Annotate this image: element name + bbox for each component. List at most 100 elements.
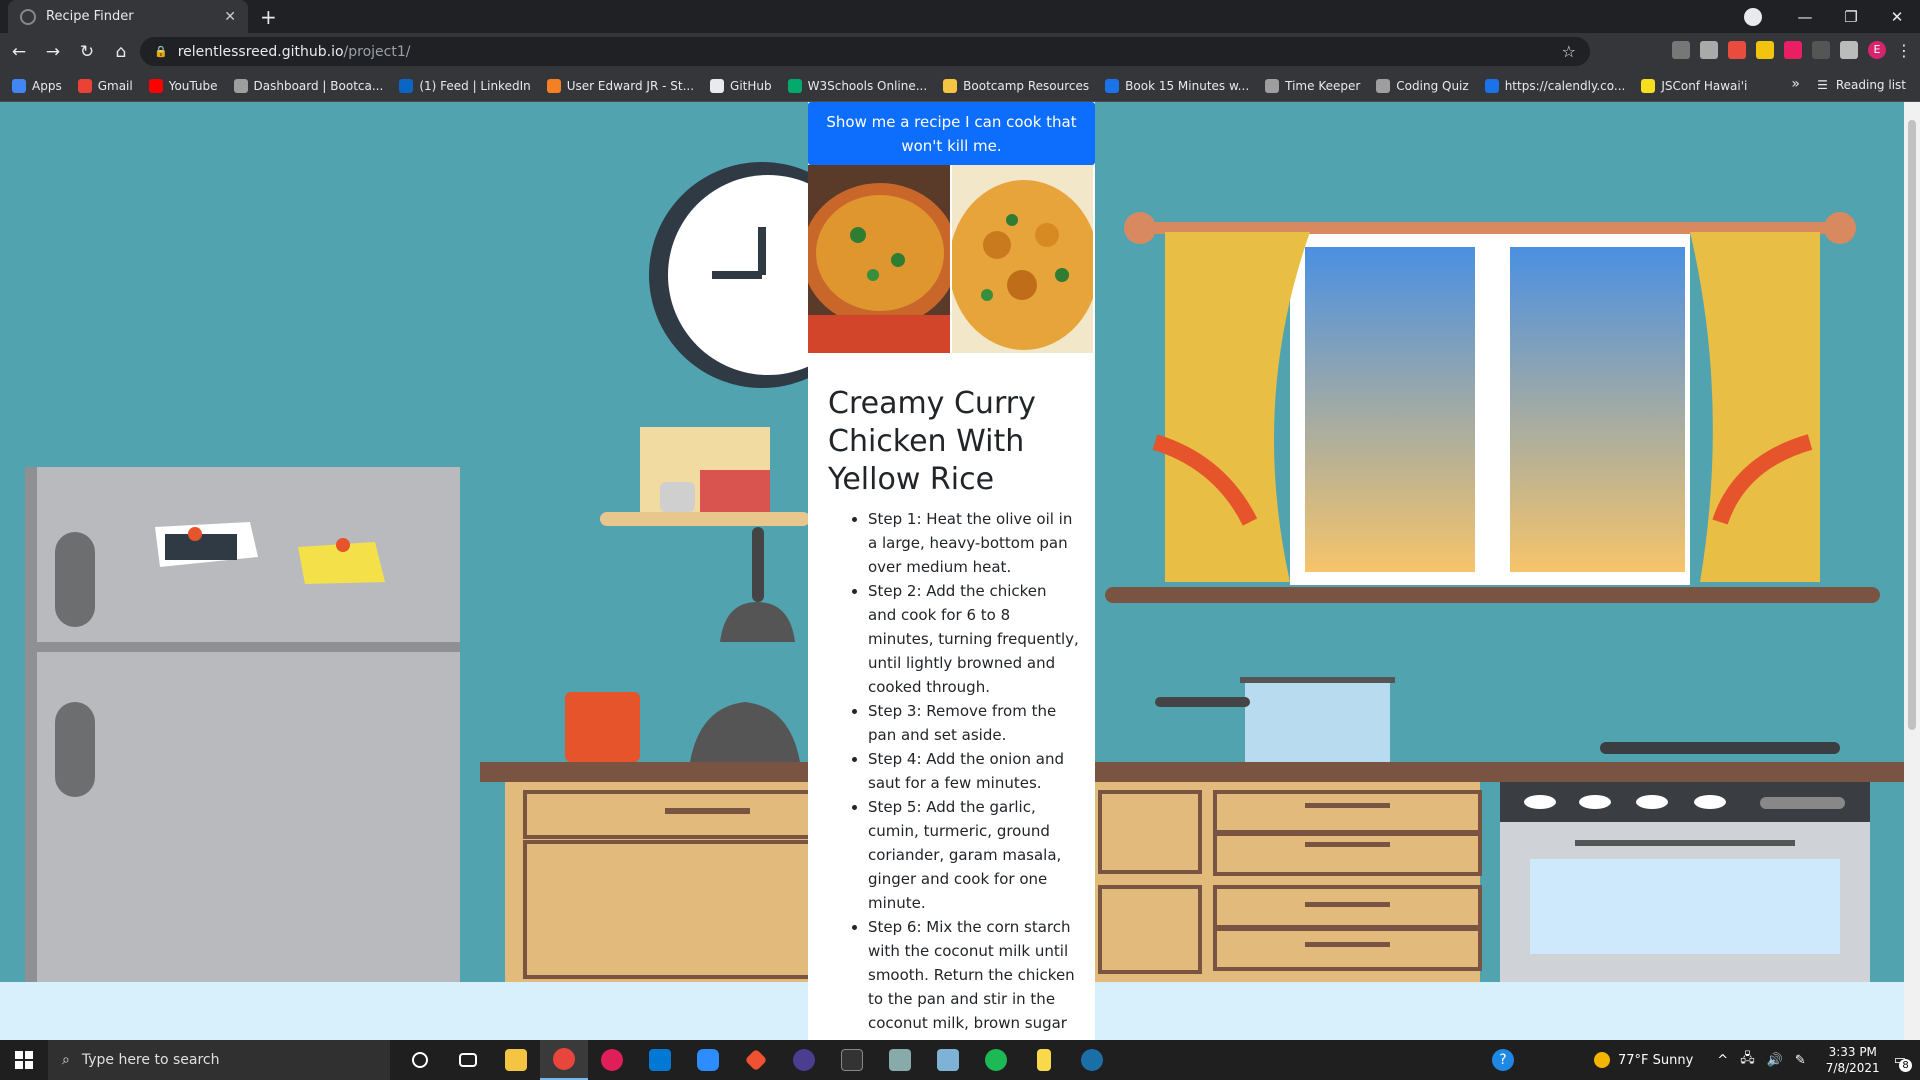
clock-time: 3:33 PM <box>1828 1045 1877 1059</box>
bookmark-star-icon[interactable]: ☆ <box>1562 42 1576 61</box>
tab-recipe-finder[interactable]: Recipe Finder ✕ <box>8 0 248 33</box>
vscode-icon[interactable] <box>636 1040 684 1080</box>
bookmark-item[interactable]: YouTube <box>148 78 218 93</box>
bookmark-favicon-icon <box>12 78 26 93</box>
bookmark-item[interactable]: Bootcamp Resources <box>943 78 1089 93</box>
network-icon[interactable]: 🖧 <box>1740 1049 1755 1071</box>
extension-icon[interactable] <box>1672 41 1690 59</box>
more-bookmarks-icon[interactable]: » <box>1791 76 1800 92</box>
bookmark-item[interactable]: (1) Feed | LinkedIn <box>399 78 531 93</box>
notes-icon[interactable] <box>924 1040 972 1080</box>
recipe-title: Creamy Curry Chicken With Yellow Rice <box>828 386 1036 497</box>
reading-list-label: Reading list <box>1835 78 1906 92</box>
home-button[interactable]: ⌂ <box>106 42 136 62</box>
lock-icon[interactable]: 🔒 <box>154 45 168 58</box>
bookmark-label: Dashboard | Bootca... <box>253 78 384 93</box>
page-scrollbar[interactable] <box>1904 102 1920 1040</box>
address-bar[interactable]: 🔒 relentlessreed.github.io/project1/ ☆ <box>140 37 1590 66</box>
sticky-notes-icon[interactable] <box>1020 1040 1068 1080</box>
bookmark-item[interactable]: Book 15 Minutes w... <box>1105 78 1250 93</box>
shelf-illustration <box>600 427 810 642</box>
spotify-icon[interactable] <box>972 1040 1020 1080</box>
notifications-icon[interactable]: ▭8 <box>1894 1053 1912 1072</box>
bookmark-item[interactable]: Apps <box>12 78 62 93</box>
terminal-icon[interactable] <box>828 1040 876 1080</box>
profile-avatar[interactable]: E <box>1868 41 1886 59</box>
bookmark-item[interactable]: Time Keeper <box>1265 78 1361 93</box>
extension-icon[interactable] <box>1784 41 1802 59</box>
bookmark-item[interactable]: Dashboard | Bootca... <box>233 78 384 93</box>
loading-icon <box>20 8 36 25</box>
taskbar-search-box[interactable]: ⌕ Type here to search <box>48 1040 390 1080</box>
bookmark-item[interactable]: Gmail <box>77 78 133 93</box>
bookmark-label: Apps <box>32 78 62 93</box>
bookmark-item[interactable]: JSConf Hawai'i <box>1641 78 1747 93</box>
recipe-step: Step 1: Heat the olive oil in a large, h… <box>868 507 1079 579</box>
reading-list-button[interactable]: ☰ Reading list <box>1817 78 1906 92</box>
bookmark-label: Time Keeper <box>1285 78 1361 93</box>
chrome-taskbar-icon[interactable] <box>540 1040 588 1080</box>
pen-extension-icon[interactable] <box>1700 41 1718 59</box>
close-window-button[interactable]: ✕ <box>1874 8 1920 26</box>
puzzle-icon[interactable] <box>1840 41 1858 59</box>
show-hidden-icons[interactable]: ^ <box>1717 1053 1728 1068</box>
bookmark-item[interactable]: Coding Quiz <box>1376 78 1469 93</box>
close-tab-icon[interactable]: ✕ <box>224 9 236 25</box>
bookmark-favicon-icon <box>546 78 561 93</box>
back-button[interactable]: ← <box>4 42 34 62</box>
windows-start-button[interactable] <box>0 1040 48 1080</box>
bookmark-favicon-icon <box>1484 78 1499 93</box>
cortana-icon[interactable] <box>396 1040 444 1080</box>
clock-date: 7/8/2021 <box>1825 1061 1880 1075</box>
eclipse-icon[interactable] <box>780 1040 828 1080</box>
extension-icon[interactable] <box>1728 41 1746 59</box>
help-icon[interactable]: ? <box>1491 1049 1514 1071</box>
show-recipe-button[interactable]: Show me a recipe I can cook that won't k… <box>808 102 1095 165</box>
zoom-icon[interactable] <box>684 1040 732 1080</box>
file-explorer-icon[interactable] <box>492 1040 540 1080</box>
photos-icon[interactable] <box>876 1040 924 1080</box>
menu-kebab-icon[interactable]: ⋮ <box>1896 41 1912 60</box>
git-kraken-icon[interactable] <box>732 1040 780 1080</box>
extensions-area: E ⋮ <box>1672 41 1912 60</box>
notification-count: 8 <box>1899 1058 1912 1072</box>
recipe-step: Step 6: Mix the corn starch with the coc… <box>868 915 1079 1040</box>
task-view-icon[interactable] <box>444 1040 492 1080</box>
bookmark-item[interactable]: User Edward JR - St... <box>546 78 694 93</box>
bookmark-label: W3Schools Online... <box>807 78 928 93</box>
bookmark-label: https://calendly.co... <box>1504 78 1626 93</box>
bookmark-favicon-icon <box>787 78 802 93</box>
minimize-button[interactable]: — <box>1782 8 1828 26</box>
bookmark-item[interactable]: W3Schools Online... <box>787 78 928 93</box>
forward-button[interactable]: → <box>38 42 68 62</box>
reload-button[interactable]: ↻ <box>72 42 102 62</box>
bookmark-item[interactable]: https://calendly.co... <box>1484 78 1626 93</box>
pen-icon[interactable]: ✎ <box>1795 1053 1806 1068</box>
curry-bowl-image <box>808 165 952 353</box>
scrollbar-thumb[interactable] <box>1908 120 1916 730</box>
reading-list-icon: ☰ <box>1817 78 1828 92</box>
bookmark-favicon-icon <box>77 78 92 93</box>
system-tray: ? 77°F Sunny ^ 🖧 🔊 ✎ 3:33 PM 7/8/2021 ▭8 <box>1491 1040 1920 1080</box>
bookmarks-bar: Apps Gmail YouTube Dashboard | Bootca... (1)… <box>0 70 1920 102</box>
recipe-step: Step 5: Add the garlic, cumin, turmeric,… <box>868 795 1079 915</box>
bookmark-label: Book 15 Minutes w... <box>1125 78 1250 93</box>
color-extension-icon[interactable] <box>1756 41 1774 59</box>
slack-icon[interactable] <box>588 1040 636 1080</box>
bookmark-favicon-icon <box>1641 78 1656 93</box>
bookmark-label: (1) Feed | LinkedIn <box>419 78 531 93</box>
new-tab-button[interactable]: + <box>260 5 277 29</box>
volume-icon[interactable]: 🔊 <box>1767 1053 1783 1068</box>
bookmark-favicon-icon <box>943 78 958 93</box>
bookmark-favicon-icon <box>233 78 248 93</box>
browser-toolbar: ← → ↻ ⌂ 🔒 relentlessreed.github.io/proje… <box>0 33 1920 70</box>
chrome-profile-icon[interactable] <box>1744 7 1762 26</box>
steam-icon[interactable] <box>1068 1040 1116 1080</box>
weather-text[interactable]: 77°F Sunny <box>1618 1053 1693 1068</box>
taskbar-clock[interactable]: 3:33 PM 7/8/2021 <box>1826 1044 1880 1076</box>
page-viewport: Show me a recipe I can cook that won't k… <box>0 102 1904 1040</box>
url-path: /project1/ <box>343 43 411 60</box>
restore-button[interactable]: ❐ <box>1828 8 1874 26</box>
extension-icon[interactable] <box>1812 41 1830 59</box>
bookmark-item[interactable]: GitHub <box>710 78 772 93</box>
